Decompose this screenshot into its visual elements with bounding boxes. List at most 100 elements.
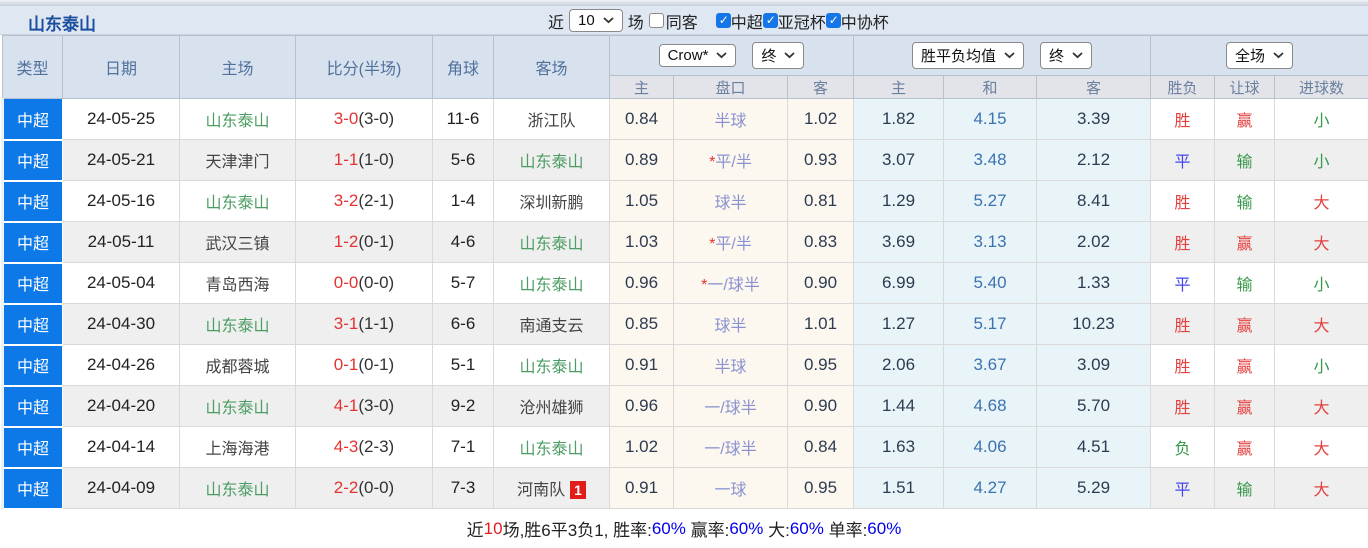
chevron-down-icon: [1273, 52, 1284, 59]
ah-home-odds: 0.91: [610, 345, 674, 386]
ah-line: *平/半: [674, 222, 788, 263]
handicap-time-select[interactable]: 终: [752, 42, 804, 69]
ah-line: 球半: [674, 181, 788, 222]
subcol-handicap-result: 让球: [1215, 76, 1275, 99]
ah-line: *一/球半: [674, 263, 788, 304]
match-date: 24-04-20: [63, 386, 180, 427]
goals-result-cell: 大: [1275, 468, 1368, 509]
filter-label-same-venue[interactable]: 同客: [666, 9, 698, 33]
result-cell: 平: [1151, 468, 1215, 509]
goals-result-cell: 大: [1275, 304, 1368, 345]
result-cell: 胜: [1151, 345, 1215, 386]
handicap-result-cell: 赢: [1215, 304, 1275, 345]
odds-away: 3.09: [1037, 345, 1151, 386]
ah-line: *平/半: [674, 140, 788, 181]
odds-draw: 3.67: [944, 345, 1037, 386]
ah-away-odds: 1.02: [788, 99, 854, 140]
away-team[interactable]: 深圳新鹏: [494, 181, 610, 222]
home-team[interactable]: 武汉三镇: [180, 222, 296, 263]
odds-away: 8.41: [1037, 181, 1151, 222]
away-team[interactable]: 山东泰山: [494, 345, 610, 386]
top-bar: 山东泰山 近 10 场 同客 中超 亚冠杯 中协杯: [0, 6, 1368, 35]
odds-draw: 4.27: [944, 468, 1037, 509]
home-team[interactable]: 上海海港: [180, 427, 296, 468]
home-team[interactable]: 山东泰山: [180, 304, 296, 345]
home-team[interactable]: 山东泰山: [180, 181, 296, 222]
odds-away: 2.12: [1037, 140, 1151, 181]
away-team[interactable]: 山东泰山: [494, 140, 610, 181]
away-team[interactable]: 浙江队: [494, 99, 610, 140]
subcol-odds-draw: 和: [944, 76, 1037, 99]
goals-result-cell: 大: [1275, 181, 1368, 222]
ah-line: 半球: [674, 99, 788, 140]
subcol-result: 胜负: [1151, 76, 1215, 99]
home-team[interactable]: 山东泰山: [180, 468, 296, 509]
league-badge: 中超: [3, 427, 63, 468]
goals-result-cell: 小: [1275, 140, 1368, 181]
subcol-ah-home: 主: [610, 76, 674, 99]
goals-result-cell: 小: [1275, 263, 1368, 304]
odd-rate-value: 60%: [867, 519, 901, 539]
home-team[interactable]: 成都蓉城: [180, 345, 296, 386]
ah-line: 球半: [674, 304, 788, 345]
col-header-away: 客场: [494, 36, 610, 99]
filter-label-acl[interactable]: 亚冠杯: [778, 9, 826, 33]
odds-home: 1.44: [854, 386, 944, 427]
filter-label-cfa-cup[interactable]: 中协杯: [841, 9, 889, 33]
checkbox-cfa-cup[interactable]: [826, 13, 841, 28]
odds-draw: 3.13: [944, 222, 1037, 263]
filter-label-csl[interactable]: 中超: [731, 9, 763, 33]
odds-type-select[interactable]: 胜平负均值: [912, 42, 1024, 69]
odds-time-select[interactable]: 终: [1040, 42, 1092, 69]
ah-away-odds: 0.84: [788, 427, 854, 468]
ah-away-odds: 0.81: [788, 181, 854, 222]
match-date: 24-05-25: [63, 99, 180, 140]
away-team[interactable]: 山东泰山: [494, 263, 610, 304]
table-row: 中超 24-04-09 山东泰山 2-2(0-0) 7-3 河南队1 0.91 …: [3, 468, 1368, 509]
rank-badge: 1: [570, 481, 586, 499]
checkbox-acl[interactable]: [763, 13, 778, 28]
match-date: 24-04-14: [63, 427, 180, 468]
corner-cell: 9-2: [433, 386, 494, 427]
home-team[interactable]: 山东泰山: [180, 99, 296, 140]
goals-result-cell: 小: [1275, 345, 1368, 386]
ah-home-odds: 0.84: [610, 99, 674, 140]
over-rate-value: 60%: [790, 519, 824, 539]
ah-away-odds: 0.95: [788, 468, 854, 509]
home-team[interactable]: 天津津门: [180, 140, 296, 181]
ah-away-odds: 0.95: [788, 345, 854, 386]
ah-away-odds: 0.90: [788, 263, 854, 304]
corner-cell: 6-6: [433, 304, 494, 345]
odds-draw: 4.06: [944, 427, 1037, 468]
bookmaker-select[interactable]: Crow*: [659, 44, 737, 67]
odds-home: 2.06: [854, 345, 944, 386]
away-team[interactable]: 山东泰山: [494, 427, 610, 468]
handicap-result-cell: 赢: [1215, 345, 1275, 386]
col-header-home: 主场: [180, 36, 296, 99]
scope-select[interactable]: 全场: [1226, 42, 1293, 69]
away-team[interactable]: 南通支云: [494, 304, 610, 345]
goals-result-cell: 大: [1275, 427, 1368, 468]
home-team[interactable]: 青岛西海: [180, 263, 296, 304]
odds-away: 10.23: [1037, 304, 1151, 345]
result-cell: 平: [1151, 140, 1215, 181]
away-team[interactable]: 沧州雄狮: [494, 386, 610, 427]
league-badge: 中超: [3, 386, 63, 427]
summary-text: 大:: [763, 516, 789, 541]
handicap-win-rate-value: 60%: [729, 519, 763, 539]
match-date: 24-05-11: [63, 222, 180, 263]
result-cell: 平: [1151, 263, 1215, 304]
away-team[interactable]: 河南队1: [494, 468, 610, 509]
league-badge: 中超: [3, 304, 63, 345]
ah-home-odds: 0.96: [610, 386, 674, 427]
odds-home: 1.51: [854, 468, 944, 509]
odds-group-header: 胜平负均值 终: [854, 36, 1151, 76]
away-team[interactable]: 山东泰山: [494, 222, 610, 263]
home-team[interactable]: 山东泰山: [180, 386, 296, 427]
chevron-down-icon: [716, 52, 727, 59]
checkbox-same-venue[interactable]: [649, 13, 664, 28]
score-cell: 3-2(2-1): [296, 181, 433, 222]
match-count-select[interactable]: 10: [569, 9, 623, 32]
odds-home: 3.07: [854, 140, 944, 181]
checkbox-csl[interactable]: [716, 13, 731, 28]
